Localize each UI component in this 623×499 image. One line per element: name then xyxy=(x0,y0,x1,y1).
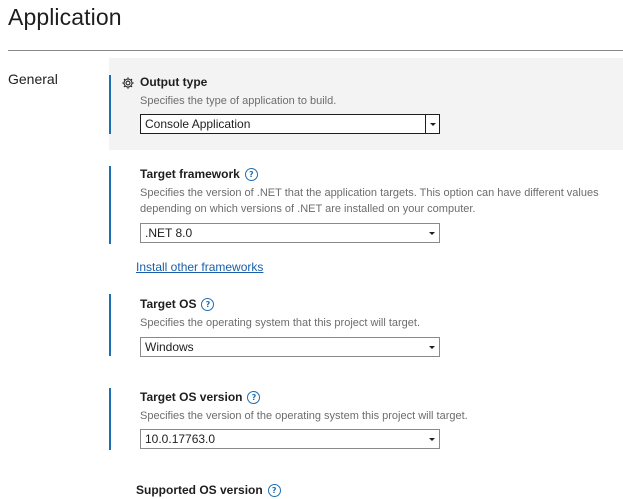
target-framework-description-2: depending on which versions of .NET are … xyxy=(140,203,476,215)
chevron-down-icon xyxy=(429,232,435,235)
supported-os-version-title: Supported OS version? xyxy=(136,483,281,497)
accent-bar xyxy=(109,75,111,134)
target-os-version-title: Target OS version? xyxy=(140,390,261,404)
setting-output-type: Output type Specifies the type of applic… xyxy=(109,58,623,150)
accent-bar xyxy=(109,294,111,356)
target-framework-description-1: Specifies the version of .NET that the a… xyxy=(140,187,599,199)
application-properties-page: Application General Output type Specifie… xyxy=(0,0,623,499)
title-divider xyxy=(8,50,623,51)
chevron-down-icon xyxy=(430,123,436,126)
target-os-title: Target OS? xyxy=(140,297,215,311)
target-framework-value: .NET 8.0 xyxy=(145,226,193,240)
chevron-down-icon xyxy=(429,438,435,441)
target-os-description: Specifies the operating system that this… xyxy=(140,317,421,329)
output-type-title: Output type xyxy=(140,75,208,89)
target-os-label: Target OS xyxy=(140,297,197,311)
help-icon[interactable]: ? xyxy=(244,168,258,181)
target-os-version-description: Specifies the version of the operating s… xyxy=(140,410,468,422)
supported-os-version-label: Supported OS version xyxy=(136,483,263,497)
target-os-version-value: 10.0.17763.0 xyxy=(145,432,216,446)
gear-icon xyxy=(122,77,134,89)
dropdown-button[interactable] xyxy=(425,115,439,133)
setting-target-framework: Target framework? Specifies the version … xyxy=(109,166,623,244)
setting-target-os: Target OS? Specifies the operating syste… xyxy=(109,294,623,357)
target-os-version-label: Target OS version xyxy=(140,390,243,404)
nav-section-general[interactable]: General xyxy=(8,71,58,87)
help-icon[interactable]: ? xyxy=(201,298,215,311)
accent-bar xyxy=(109,388,111,450)
install-other-frameworks-link[interactable]: Install other frameworks xyxy=(136,260,263,274)
target-framework-label: Target framework xyxy=(140,167,240,181)
target-os-value: Windows xyxy=(145,340,194,354)
target-framework-title: Target framework? xyxy=(140,167,258,181)
target-framework-dropdown[interactable]: .NET 8.0 xyxy=(140,223,440,243)
output-type-description: Specifies the type of application to bui… xyxy=(140,95,337,107)
help-icon[interactable]: ? xyxy=(247,391,261,404)
accent-bar xyxy=(109,166,111,244)
output-type-dropdown[interactable]: Console Application xyxy=(140,114,440,134)
chevron-down-icon xyxy=(429,346,435,349)
target-os-dropdown[interactable]: Windows xyxy=(140,337,440,357)
target-os-version-dropdown[interactable]: 10.0.17763.0 xyxy=(140,429,440,449)
setting-target-os-version: Target OS version? Specifies the version… xyxy=(109,388,623,450)
help-icon[interactable]: ? xyxy=(267,484,281,497)
page-title: Application xyxy=(8,4,122,30)
output-type-value: Console Application xyxy=(145,117,251,131)
